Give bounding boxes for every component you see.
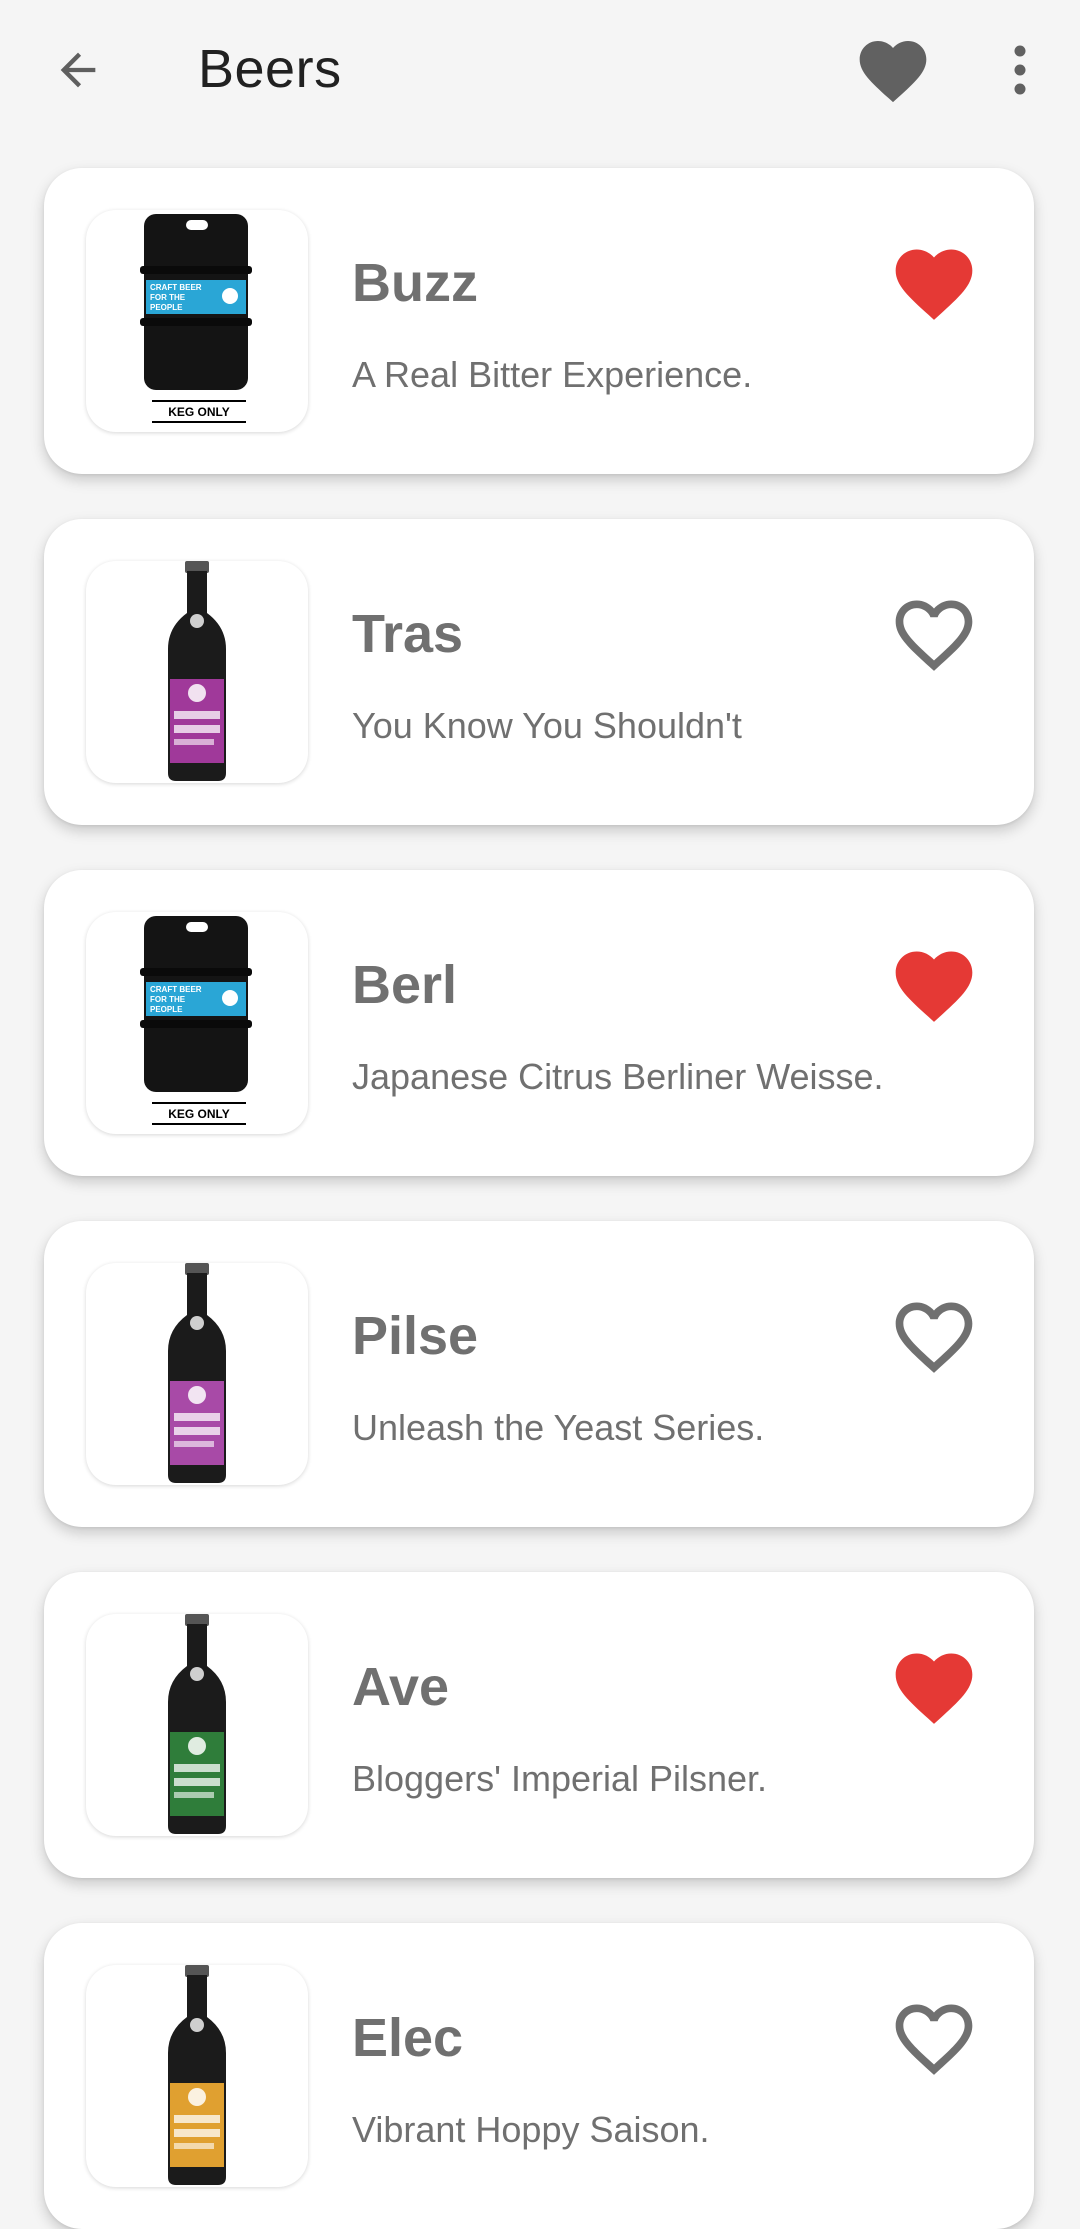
svg-text:PEOPLE: PEOPLE (150, 1005, 183, 1014)
keg-label: KEG ONLY (168, 405, 230, 419)
beer-card[interactable]: Pilse Unleash the Yeast Series. (44, 1221, 1034, 1527)
beer-thumbnail: CRAFT BEER FOR THE PEOPLE KEG ONLY (86, 210, 308, 432)
beer-tagline: You Know You Shouldn't (352, 705, 742, 746)
beer-card[interactable]: Ave Bloggers' Imperial Pilsner. (44, 1572, 1034, 1878)
page-title: Beers (198, 39, 342, 99)
heart-outline-icon (895, 600, 973, 671)
beer-name: Elec (352, 2008, 464, 2068)
beer-name: Berl (352, 955, 458, 1015)
svg-text:PEOPLE: PEOPLE (150, 303, 183, 312)
back-button[interactable] (38, 30, 118, 110)
beer-card[interactable]: CRAFT BEER FOR THE PEOPLE KEG ONLY Berl J… (44, 870, 1034, 1176)
heart-filled-icon (859, 41, 927, 103)
favorite-toggle-button[interactable] (884, 1287, 984, 1387)
keg-image: CRAFT BEER FOR THE PEOPLE KEG ONLY (140, 916, 252, 1125)
svg-text:CRAFT BEER: CRAFT BEER (150, 985, 202, 994)
beer-name: Tras (352, 604, 464, 664)
favorite-toggle-button[interactable] (884, 936, 984, 1036)
beer-tagline: Japanese Citrus Berliner Weisse. (352, 1056, 884, 1097)
beer-name: Pilse (352, 1306, 479, 1366)
beer-card[interactable]: Tras You Know You Shouldn't (44, 519, 1034, 825)
beer-tagline: A Real Bitter Experience. (352, 354, 753, 395)
app-bar: Beers (0, 0, 1080, 150)
favorite-toggle-button[interactable] (884, 1989, 984, 2089)
keg-image: CRAFT BEER FOR THE PEOPLE KEG ONLY (140, 214, 252, 423)
bottle-image (168, 1263, 226, 1483)
svg-text:CRAFT BEER: CRAFT BEER (150, 283, 202, 292)
beer-tagline: Vibrant Hoppy Saison. (352, 2109, 710, 2150)
favorite-toggle-button[interactable] (884, 234, 984, 334)
bottle-image (168, 1614, 226, 1834)
favorites-button[interactable] (846, 28, 940, 114)
beer-card[interactable]: Elec Vibrant Hoppy Saison. (44, 1923, 1034, 2229)
arrow-back-icon (60, 52, 96, 88)
beer-thumbnail (86, 1965, 308, 2187)
favorite-toggle-button[interactable] (884, 1638, 984, 1738)
heart-outline-icon (895, 1302, 973, 1373)
favorite-toggle-button[interactable] (884, 585, 984, 685)
beer-name: Ave (352, 1657, 450, 1717)
beer-tagline: Bloggers' Imperial Pilsner. (352, 1758, 768, 1799)
heart-filled-icon (895, 1653, 973, 1724)
heart-filled-icon (895, 951, 973, 1022)
more-vert-icon (1014, 45, 1026, 95)
beer-thumbnail (86, 1614, 308, 1836)
beer-thumbnail: CRAFT BEER FOR THE PEOPLE KEG ONLY (86, 912, 308, 1134)
svg-text:FOR THE: FOR THE (150, 995, 186, 1004)
heart-filled-icon (895, 249, 973, 320)
more-options-button[interactable] (990, 30, 1050, 110)
beer-name: Buzz (352, 253, 478, 313)
heart-outline-icon (895, 2004, 973, 2075)
beer-thumbnail (86, 1263, 308, 1485)
svg-text:FOR THE: FOR THE (150, 293, 186, 302)
beer-thumbnail (86, 561, 308, 783)
keg-label: KEG ONLY (168, 1107, 230, 1121)
beer-tagline: Unleash the Yeast Series. (352, 1407, 765, 1448)
bottle-image (168, 1965, 226, 2185)
beer-card[interactable]: CRAFT BEER FOR THE PEOPLE KEG ONLY Buzz A… (44, 168, 1034, 474)
bottle-image (168, 561, 226, 781)
